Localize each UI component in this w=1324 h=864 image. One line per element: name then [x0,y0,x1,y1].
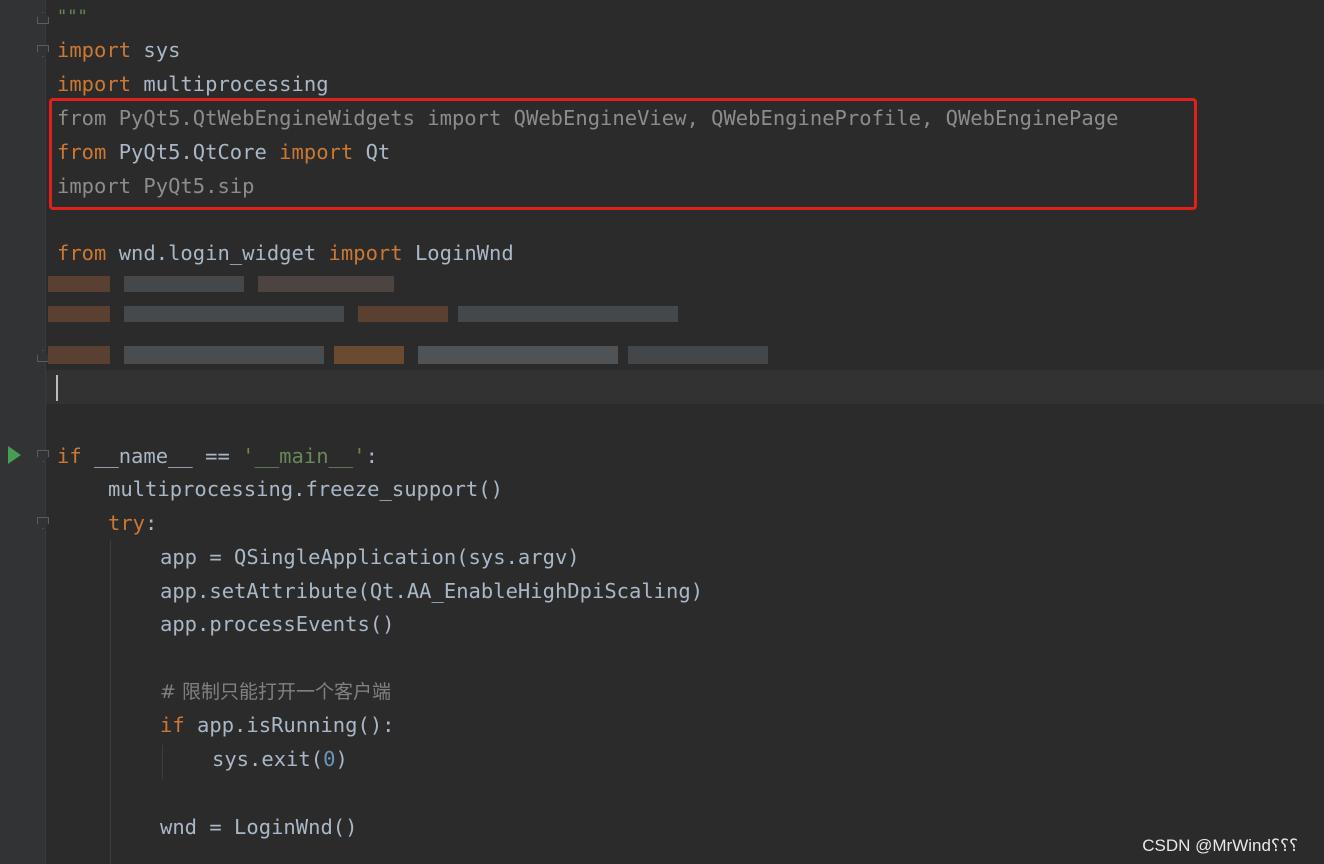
code-text: ) [335,747,348,771]
keyword: import [57,72,132,96]
code-text: wnd.login_widget [106,241,329,265]
editor-gutter [0,0,46,864]
code-line-app-create: app = QSingleApplication(sys.argv) [160,545,580,569]
keyword: import [57,38,132,62]
keyword: if [160,713,185,737]
code-line-process-events: app.processEvents() [160,612,395,636]
run-gutter-icon[interactable] [8,446,21,464]
string-literal: '__main__' [242,444,366,468]
code-line-set-attribute: app.setAttribute(Qt.AA_EnableHighDpiScal… [160,579,704,603]
keyword: from [57,241,107,265]
watermark-text: CSDN @MrWind⸮⸮⸮ [1142,836,1298,855]
keyword: if [57,444,82,468]
code-line-comment: # 限制只能打开一个客户端 [160,681,391,703]
code-line-import-sys: import sys [57,33,180,67]
keyword: import [328,241,403,265]
code-text: : [365,444,378,468]
code-line-from-wnd: from wnd.login_widget import LoginWnd [57,236,514,270]
code-text: sys [131,38,181,62]
code-line-freeze-support: multiprocessing.freeze_support() [108,477,503,501]
code-text: multiprocessing [131,72,329,96]
code-line-if-main: if __name__ == '__main__': [57,439,378,473]
annotation-highlight-box [49,98,1197,210]
code-line-wnd: wnd = LoginWnd() [160,815,358,839]
redacted-code-line [48,346,768,364]
keyword: try [108,511,146,535]
code-text: LoginWnd [402,241,514,265]
code-text: sys.exit( [212,747,324,771]
code-line-try: try: [108,506,157,540]
number-literal: 0 [323,747,336,771]
code-text: __name__ == [81,444,243,468]
code-line-if-running: if app.isRunning(): [160,708,395,742]
code-line-sys-exit: sys.exit(0) [212,742,348,776]
code-text: app.isRunning(): [184,713,395,737]
redacted-code-line [48,306,678,322]
code-line-docstring-end: """ [57,7,88,27]
redacted-code-line [48,276,394,292]
code-text: : [145,511,158,535]
code-line-import-multiprocessing: import multiprocessing [57,67,329,101]
